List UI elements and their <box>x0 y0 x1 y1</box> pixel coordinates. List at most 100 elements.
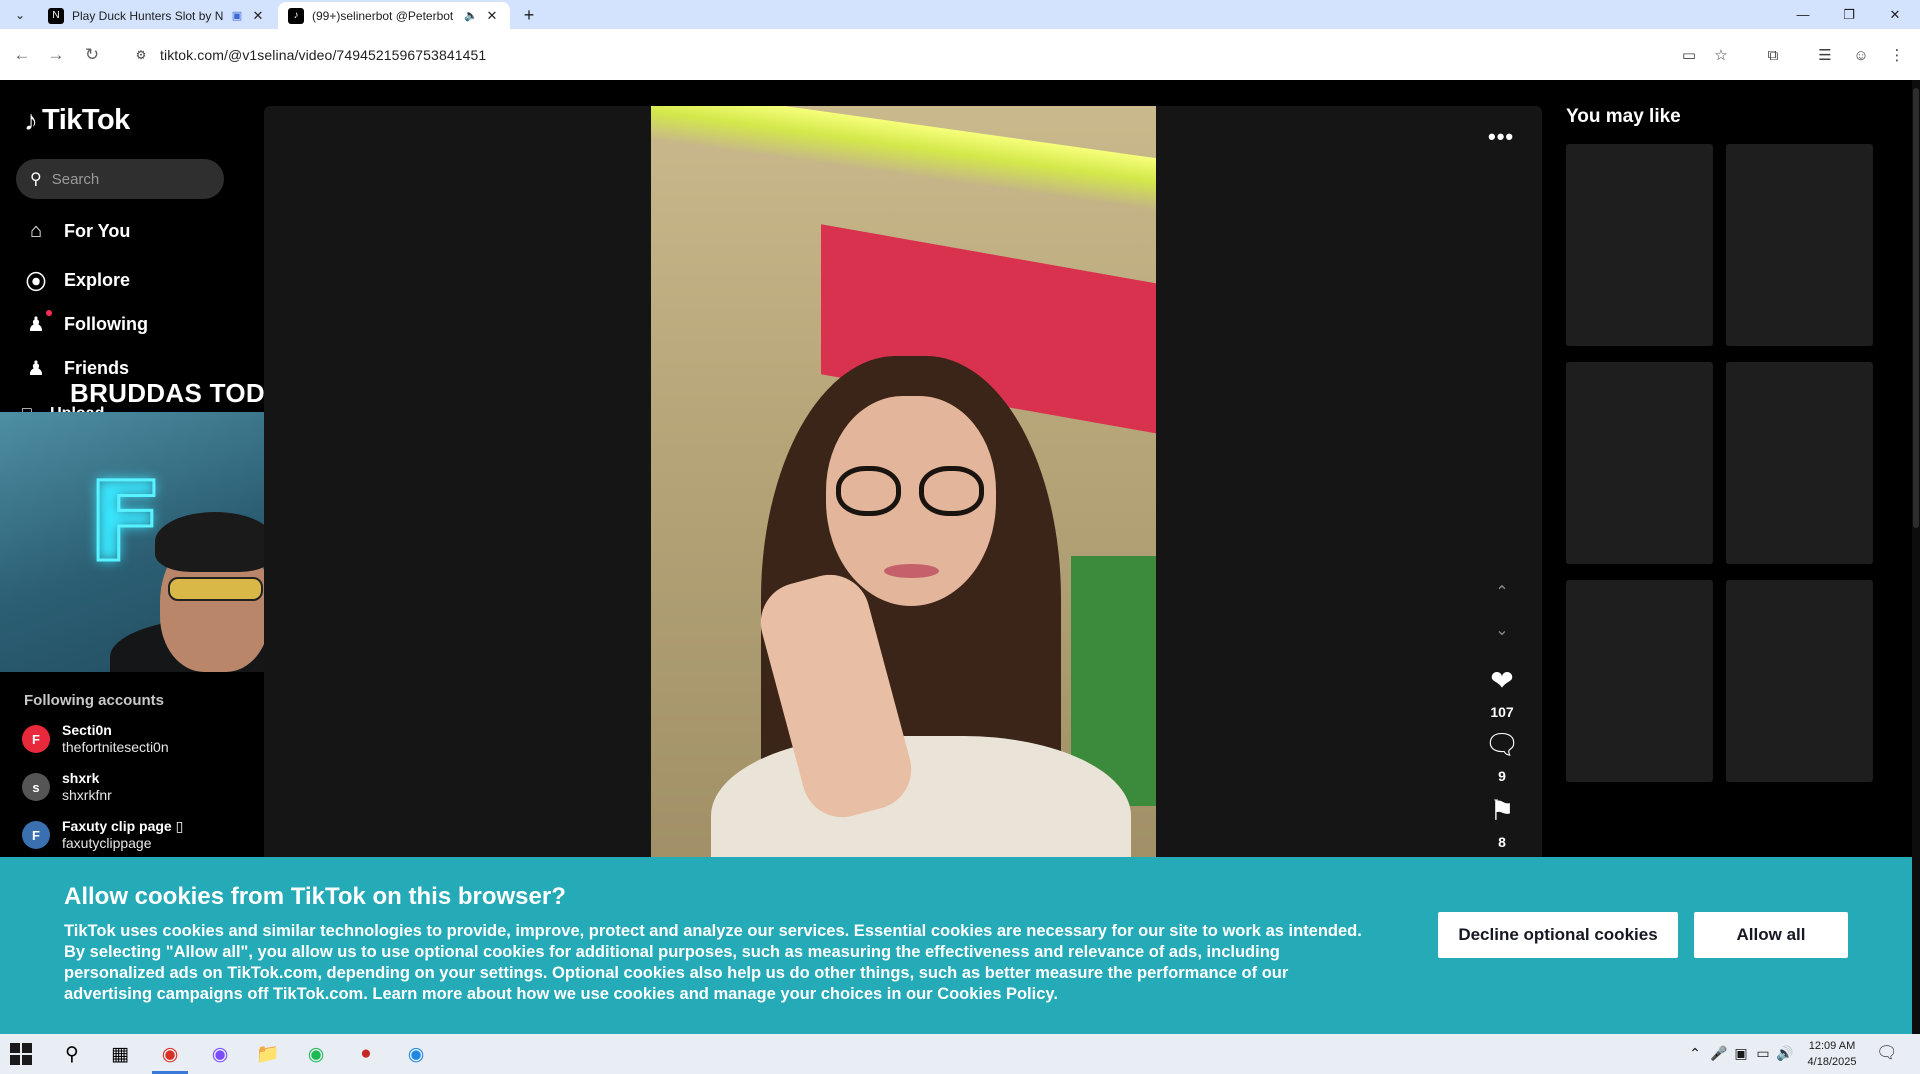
notification-dot <box>46 310 52 316</box>
nav-label: Friends <box>64 358 130 378</box>
friends-icon: ♟ <box>27 358 45 380</box>
account-name: shxrk <box>62 770 100 786</box>
recommended-video-thumb[interactable] <box>1566 144 1713 346</box>
forward-button[interactable]: → <box>42 41 70 69</box>
file-explorer-icon[interactable]: 📁 <box>254 1040 282 1068</box>
tiktok-page: ♪ TikTok ⚲ ⌂ For You ⦿ Explore ♟ Followi… <box>0 80 1920 1034</box>
nav-for-you[interactable]: ⌂ For You <box>22 220 130 243</box>
save-action[interactable]: ⚑ 8 <box>1478 796 1526 851</box>
address-bar[interactable]: ⚙ tiktok.com/@v1selina/video/74945215967… <box>124 37 1694 73</box>
app-taskbar-icon[interactable]: ◉ <box>402 1040 430 1068</box>
led-light-strip <box>651 106 1156 214</box>
reload-button[interactable]: ↻ <box>78 41 106 69</box>
taskbar-clock[interactable]: 12:09 AM 4/18/2025 <box>1800 1038 1864 1070</box>
windows-taskbar: ⚲ ▦ ◉ ◉ 📁 ◉ ● ◉ ⌃ 🎤 ▣ ▭ 🔊 12:09 AM 4/18/… <box>0 1034 1920 1074</box>
like-count: 107 <box>1490 704 1514 720</box>
more-options-icon[interactable]: ••• <box>1488 124 1514 150</box>
page-scrollbar-thumb[interactable] <box>1913 88 1919 528</box>
heart-icon[interactable]: ❤ <box>1490 666 1513 696</box>
media-controls-icon[interactable]: ☰ <box>1812 42 1838 68</box>
screen-share-icon: ▣ <box>231 10 243 22</box>
avatar: F <box>22 821 50 849</box>
recommended-video-thumb[interactable] <box>1726 144 1873 346</box>
install-app-icon[interactable]: ▭ <box>1676 42 1702 68</box>
url-text[interactable]: tiktok.com/@v1selina/video/7494521596753… <box>160 47 486 63</box>
avatar: s <box>22 773 50 801</box>
search-bar[interactable]: ⚲ <box>16 159 224 199</box>
decline-optional-cookies-button[interactable]: Decline optional cookies <box>1438 912 1678 958</box>
task-view-icon[interactable]: ▦ <box>106 1040 134 1068</box>
nav-following[interactable]: ♟ Following <box>22 310 148 337</box>
bookmark-star-icon[interactable]: ☆ <box>1708 42 1734 68</box>
profile-icon[interactable]: ☺ <box>1848 42 1874 68</box>
browser-tab-duck-hunters[interactable]: N Play Duck Hunters Slot by N ▣ ✕ <box>38 2 276 29</box>
streamer-hair <box>155 512 275 572</box>
account-handle: faxutyclippage <box>62 835 152 851</box>
video-frame[interactable] <box>651 106 1156 886</box>
taskbar-search-icon[interactable]: ⚲ <box>58 1040 86 1068</box>
tab-close-icon[interactable]: ✕ <box>250 8 266 24</box>
compass-icon: ⦿ <box>26 272 46 294</box>
browser-menu-icon[interactable]: ⋮ <box>1884 42 1910 68</box>
volume-icon[interactable]: 🔊 <box>1776 1045 1794 1062</box>
cookies-policy-link[interactable]: Cookies Policy <box>937 985 1053 1003</box>
logo-text: TikTok <box>42 104 130 136</box>
comment-action[interactable]: 🗨 9 <box>1478 730 1526 785</box>
back-button[interactable]: ← <box>8 41 36 69</box>
bookmark-icon[interactable]: ⚑ <box>1489 796 1514 826</box>
tray-app-icon[interactable]: ▣ <box>1732 1045 1750 1062</box>
nav-label: Following <box>64 314 148 334</box>
minimize-button[interactable]: — <box>1780 0 1826 29</box>
previous-video-chevron-up-icon[interactable]: ⌃ <box>1488 582 1516 602</box>
browser-tab-tiktok[interactable]: ♪ (99+)selinerbot @Peterbot 🔈 ✕ <box>278 2 510 29</box>
clock-time: 12:09 AM <box>1808 1040 1856 1052</box>
speaker-icon[interactable]: 🔈 <box>464 9 478 23</box>
neon-f-sign-icon: F <box>86 457 164 588</box>
restore-button[interactable]: ❐ <box>1826 0 1872 29</box>
comment-icon[interactable]: 🗨 <box>1484 730 1520 760</box>
tab-search-chevron-icon[interactable]: ⌄ <box>6 5 34 25</box>
account-item[interactable]: F Faxuty clip page ▯ faxutyclippage <box>22 818 183 852</box>
following-icon: ♟ <box>22 310 52 337</box>
cookie-banner-body: TikTok uses cookies and similar technolo… <box>64 921 1364 1005</box>
tiktok-note-icon: ♪ <box>24 104 38 136</box>
window-close-button[interactable]: ✕ <box>1872 0 1918 29</box>
recommended-video-thumb[interactable] <box>1566 362 1713 564</box>
tiktok-favicon-icon: ♪ <box>288 7 304 24</box>
account-item[interactable]: s shxrk shxrkfnr <box>22 770 112 804</box>
recommended-video-thumb[interactable] <box>1726 362 1873 564</box>
nav-label: For You <box>64 221 131 241</box>
tab-close-icon[interactable]: ✕ <box>484 8 500 24</box>
cookie-banner-title: Allow cookies from TikTok on this browse… <box>64 883 566 910</box>
tiktok-logo[interactable]: ♪ TikTok <box>24 104 130 137</box>
next-video-chevron-down-icon[interactable]: ⌄ <box>1488 620 1516 640</box>
like-action[interactable]: ❤ 107 <box>1478 666 1526 721</box>
account-handle: shxrkfnr <box>62 787 112 803</box>
recommended-video-thumb[interactable] <box>1566 580 1713 782</box>
discord-taskbar-icon[interactable]: ◉ <box>206 1040 234 1068</box>
recommended-video-thumb[interactable] <box>1726 580 1873 782</box>
account-handle: thefortnitesecti0n <box>62 739 169 755</box>
subject-lips <box>884 564 939 578</box>
microphone-icon[interactable]: 🎤 <box>1710 1045 1728 1062</box>
notification-center-icon[interactable]: 🗨 <box>1876 1043 1898 1063</box>
chrome-taskbar-icon[interactable]: ◉ <box>156 1040 184 1068</box>
avatar: F <box>22 725 50 753</box>
account-item[interactable]: F Secti0n thefortnitesecti0n <box>22 722 169 756</box>
site-info-icon[interactable]: ⚙ <box>130 44 152 66</box>
nav-explore[interactable]: ⦿ Explore <box>22 266 130 295</box>
allow-all-cookies-button[interactable]: Allow all <box>1694 912 1848 958</box>
obs-taskbar-icon[interactable]: ● <box>352 1040 380 1068</box>
search-input[interactable] <box>51 170 202 188</box>
new-tab-button[interactable]: + <box>518 4 540 26</box>
cookie-body-end: . <box>1053 985 1058 1003</box>
windows-start-icon[interactable] <box>10 1043 32 1065</box>
subject-glasses-right <box>919 466 984 516</box>
network-icon[interactable]: ▭ <box>1754 1045 1772 1062</box>
nav-label: Explore <box>64 270 131 290</box>
you-may-like-title: You may like <box>1566 106 1681 127</box>
spotify-taskbar-icon[interactable]: ◉ <box>302 1040 330 1068</box>
tray-overflow-chevron-icon[interactable]: ⌃ <box>1686 1045 1704 1062</box>
extensions-icon[interactable]: ⧉ <box>1760 42 1786 68</box>
save-count: 8 <box>1498 834 1506 850</box>
